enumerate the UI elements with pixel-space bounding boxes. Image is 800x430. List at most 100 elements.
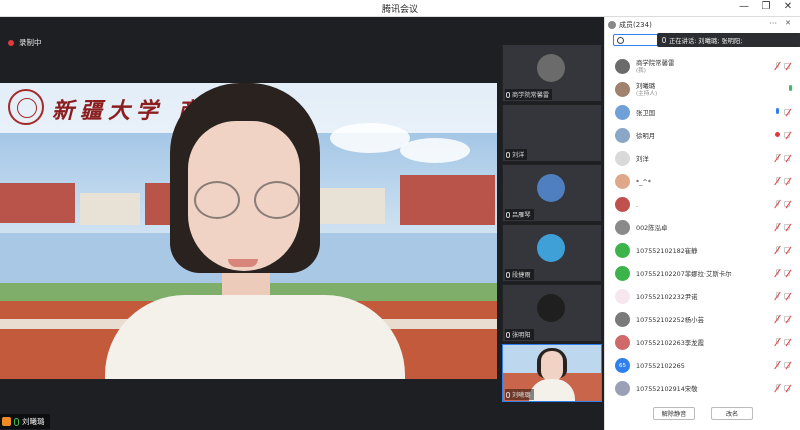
member-row[interactable]: 107552102914宋敬 <box>605 377 800 400</box>
member-name: 商学院常馨雷 <box>636 58 675 67</box>
mic-muted-icon[interactable] <box>775 177 780 185</box>
camera-off-icon[interactable] <box>784 293 793 299</box>
member-name: 107552102232尹诺 <box>636 292 698 301</box>
member-status-icons <box>775 200 793 208</box>
thumbnail-tile-active[interactable]: 刘曦璐 <box>502 344 602 402</box>
avatar <box>615 174 630 189</box>
member-row[interactable]: 商学院常馨雷 (我) <box>605 55 800 78</box>
member-name-block: 107552102182崔静 <box>636 247 698 255</box>
member-row[interactable]: 刘洋 <box>605 147 800 170</box>
member-row[interactable]: 107552102252杨小芸 <box>605 308 800 331</box>
mic-muted-icon[interactable] <box>775 223 780 231</box>
unmute-button[interactable]: 解除静音 <box>653 407 695 420</box>
member-row[interactable]: . <box>605 193 800 216</box>
thumbnail-tile[interactable]: 刘洋 <box>502 104 602 162</box>
member-row[interactable]: 107552102263李龙霞 <box>605 331 800 354</box>
avatar <box>615 105 630 120</box>
camera-off-icon[interactable] <box>784 178 793 184</box>
mic-icon[interactable] <box>775 108 780 116</box>
member-name-block: 刘曦璐 (主持人) <box>636 82 657 98</box>
building <box>80 193 140 225</box>
member-name: 刘曦璐 <box>636 81 656 90</box>
maximize-button[interactable]: ❐ <box>760 1 772 12</box>
camera-off-icon[interactable] <box>784 224 793 230</box>
member-name-block: 107552102207菲娜拉·艾斯卡尔 <box>636 270 732 278</box>
mic-muted-icon[interactable] <box>775 246 780 254</box>
avatar: 65 <box>615 358 630 373</box>
mic-icon[interactable] <box>775 131 780 139</box>
thumbnail-tile[interactable]: 吕雁琴 <box>502 164 602 222</box>
thumbnail-tile[interactable]: 张明阳 <box>502 284 602 342</box>
avatar <box>537 174 565 202</box>
member-row[interactable]: 65 107552102265 <box>605 354 800 377</box>
member-row[interactable]: 徐明月 <box>605 124 800 147</box>
member-row[interactable]: 刘曦璐 (主持人) <box>605 78 800 101</box>
avatar <box>615 312 630 327</box>
member-name: 107552102252杨小芸 <box>636 315 704 324</box>
recording-indicator[interactable]: 录制中 <box>8 37 42 48</box>
mic-icon <box>506 331 510 338</box>
member-row[interactable]: 张卫国 <box>605 101 800 124</box>
avatar <box>615 381 630 396</box>
camera-off-icon[interactable] <box>784 201 793 207</box>
more-options-button[interactable]: ··· <box>769 19 777 28</box>
thumbnail-label: 张明阳 <box>505 329 534 340</box>
camera-off-icon[interactable] <box>784 63 793 69</box>
mic-muted-icon[interactable] <box>775 154 780 162</box>
camera-off-icon[interactable] <box>784 155 793 161</box>
building <box>0 183 75 223</box>
mic-muted-icon[interactable] <box>775 315 780 323</box>
member-row[interactable]: 107552102182崔静 <box>605 239 800 262</box>
camera-off-icon[interactable] <box>784 109 793 115</box>
mic-muted-icon[interactable] <box>775 292 780 300</box>
camera-off-icon[interactable] <box>784 132 793 138</box>
mic-icon <box>506 211 510 218</box>
mic-muted-icon[interactable] <box>775 338 780 346</box>
rename-button[interactable]: 改名 <box>711 407 753 420</box>
thumbnail-label: 吕雁琴 <box>505 209 534 220</box>
member-name: 107552102265 <box>636 361 685 370</box>
member-name: 107552102182崔静 <box>636 246 698 255</box>
camera-off-icon[interactable] <box>784 316 793 322</box>
main-video[interactable]: 新疆大学 商 <box>0 83 497 379</box>
minimize-button[interactable]: — <box>738 1 750 12</box>
member-name: 107552102207菲娜拉·艾斯卡尔 <box>636 269 732 278</box>
speaking-text: 正在讲话: 刘曦璐; 张明阳; <box>669 37 743 45</box>
member-row[interactable]: 002陈泓卓 <box>605 216 800 239</box>
member-row[interactable]: *_^* <box>605 170 800 193</box>
member-name: . <box>636 200 639 209</box>
mic-icon[interactable] <box>788 85 793 93</box>
glasses-icon <box>254 181 300 219</box>
thumbnail-name: 段捷雨 <box>512 272 531 279</box>
member-name-block: 107552102263李龙霞 <box>636 339 704 347</box>
camera-off-icon[interactable] <box>784 247 793 253</box>
camera-off-icon[interactable] <box>784 385 793 391</box>
university-seal-icon <box>8 89 44 125</box>
thumbnail-tile[interactable]: 段捷雨 <box>502 224 602 282</box>
mic-icon <box>506 151 510 158</box>
avatar <box>615 151 630 166</box>
avatar <box>537 234 565 262</box>
camera-off-icon[interactable] <box>784 270 793 276</box>
member-row[interactable]: 107552102207菲娜拉·艾斯卡尔 <box>605 262 800 285</box>
camera-off-icon[interactable] <box>784 339 793 345</box>
mic-muted-icon[interactable] <box>775 269 780 277</box>
panel-close-button[interactable]: ✕ <box>785 19 791 27</box>
mic-muted-icon[interactable] <box>775 200 780 208</box>
member-name-block: 张卫国 <box>636 109 655 117</box>
close-button[interactable]: ✕ <box>782 1 794 12</box>
mic-icon <box>14 417 19 426</box>
member-name-block: 107552102265 <box>636 362 685 370</box>
speaker-shirt <box>105 295 405 379</box>
speaking-tooltip: 正在讲话: 刘曦璐; 张明阳; <box>657 33 800 47</box>
thumbnail-label: 刘洋 <box>505 149 528 160</box>
mic-muted-icon[interactable] <box>775 384 780 392</box>
member-name-block: 徐明月 <box>636 132 655 140</box>
mic-muted-icon[interactable] <box>775 361 780 369</box>
member-row[interactable]: 107552102232尹诺 <box>605 285 800 308</box>
member-name-block: . <box>636 201 638 209</box>
thumbnail-strip: 商学院常馨雷 刘洋 吕雁琴 段捷雨 张明阳 刘曦璐 <box>500 40 602 402</box>
thumbnail-tile[interactable]: 商学院常馨雷 <box>502 44 602 102</box>
camera-off-icon[interactable] <box>784 362 793 368</box>
mic-muted-icon[interactable] <box>775 62 780 70</box>
